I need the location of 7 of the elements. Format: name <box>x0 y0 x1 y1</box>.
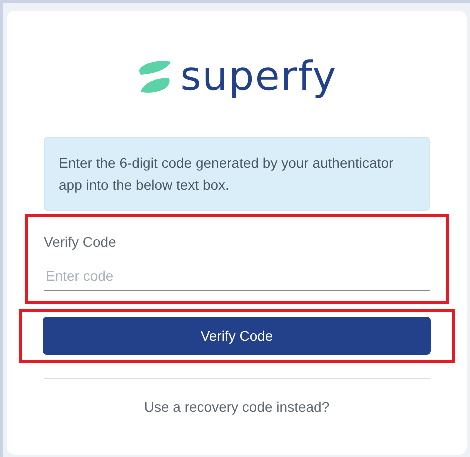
verify-code-button[interactable]: Verify Code <box>43 317 431 355</box>
logo-text: superfy <box>180 57 338 97</box>
recovery-code-link[interactable]: Use a recovery code instead? <box>144 397 330 418</box>
info-message: Enter the 6-digit code generated by your authenticator app into the below text box. <box>44 137 430 211</box>
code-input-field[interactable]: Enter code <box>44 261 430 291</box>
logo-icon <box>136 60 173 94</box>
field-label: Verify Code <box>44 233 118 252</box>
